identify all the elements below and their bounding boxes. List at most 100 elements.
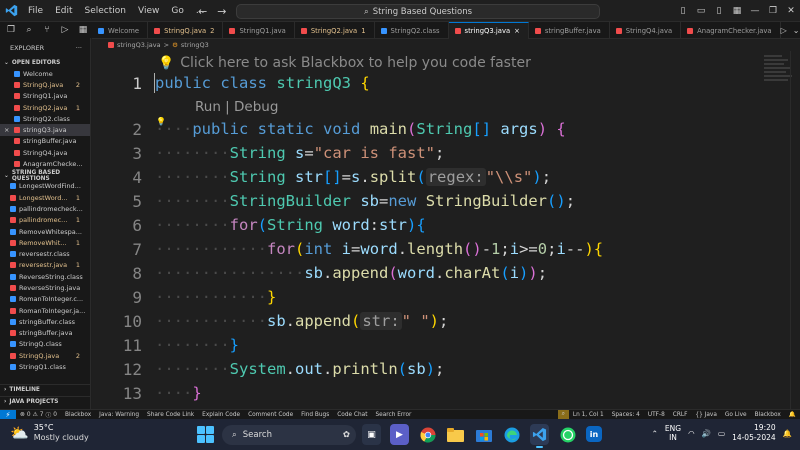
tab-4[interactable]: StringQ2.class <box>375 22 449 39</box>
sidebar-item[interactable]: stringBuffer.java <box>0 136 90 147</box>
code-line[interactable]: 5 ········StringBuilder sb=new StringBuil… <box>92 189 782 213</box>
code-text[interactable]: ········for(String word:str){ <box>155 216 426 234</box>
tab-2[interactable]: StringQ1.java <box>223 22 295 39</box>
zoom-icon[interactable]: ⌕ <box>557 409 569 420</box>
volume-icon[interactable]: 🔊 <box>702 429 711 438</box>
status-item-5[interactable]: Find Bugs <box>297 412 333 418</box>
code-text[interactable]: ········StringBuilder sb=new StringBuild… <box>155 192 575 210</box>
file-explorer-icon[interactable] <box>446 424 465 445</box>
code-line[interactable]: 1 public class stringQ3 { <box>92 71 782 95</box>
language-indicator[interactable]: ENG IN <box>665 424 681 442</box>
whatsapp-icon[interactable] <box>558 424 577 445</box>
tray-overflow-icon[interactable]: ⌃ <box>652 429 658 438</box>
tab-6[interactable]: stringBuffer.java <box>529 22 610 39</box>
code-line[interactable]: 2 ····public static void main(String[] ar… <box>92 117 782 141</box>
status-item-2[interactable]: Share Code Link <box>143 412 198 418</box>
minimize-icon[interactable]: — <box>746 6 764 16</box>
sidebar-item[interactable]: StringQ.class <box>0 339 90 350</box>
timeline-section[interactable]: › TIMELINE <box>0 384 90 395</box>
search-view-icon[interactable]: ⌕ <box>22 23 36 37</box>
sidebar-item[interactable]: stringBuffer.java <box>0 328 90 339</box>
taskbar-search[interactable]: ⌕ Search ✿ <box>222 425 356 445</box>
bell-icon[interactable]: 🔔 <box>785 412 800 418</box>
menu-file[interactable]: File <box>22 6 49 16</box>
code-line[interactable]: 4 ········String str[]=s.split(regex: "\\s… <box>92 165 782 189</box>
status-right-item-4[interactable]: {} Java <box>691 412 720 418</box>
sidebar-item[interactable]: StringQ2.java 1 <box>0 102 90 113</box>
code-text[interactable]: public class stringQ3 { <box>155 74 370 92</box>
code-line[interactable]: 3 ········String s="car is fast"; <box>92 141 782 165</box>
chrome-icon[interactable] <box>418 424 437 445</box>
wifi-icon[interactable]: ◠ <box>688 429 695 438</box>
sidebar-item[interactable]: pallindromecheck... <box>0 203 90 214</box>
code-text[interactable]: ········String str[]=s.split(regex: "\\s"… <box>155 168 551 186</box>
battery-icon[interactable]: ▭ <box>718 429 725 438</box>
sidebar-item[interactable]: StringQ2.class <box>0 113 90 124</box>
java-projects-section[interactable]: › JAVA PROJECTS <box>0 396 90 407</box>
close-icon[interactable]: ✕ <box>782 6 800 16</box>
sidebar-item[interactable]: StringQ1.class <box>0 361 90 372</box>
sidebar-item[interactable]: LongestWordFind... <box>0 181 90 192</box>
forward-arrow-icon[interactable]: → <box>217 5 226 18</box>
sidebar-item[interactable]: reversestr.java 1 <box>0 260 90 271</box>
run-debug-icon[interactable]: ▷ <box>58 23 72 37</box>
toggle-secondary-sidebar-icon[interactable]: ▯ <box>710 6 728 16</box>
sidebar-item[interactable]: × stringQ3.java <box>0 124 90 136</box>
menu-selection[interactable]: Selection <box>79 6 132 16</box>
run-dropdown-icon[interactable]: ⌄ <box>793 26 800 35</box>
status-right-item-0[interactable]: Ln 1, Col 1 <box>569 412 608 418</box>
code-text[interactable]: ············for(int i=word.length()-1;i>… <box>155 240 603 258</box>
code-text[interactable]: ········String s="car is fast"; <box>155 144 444 162</box>
layout-icon[interactable]: ▦ <box>728 6 746 16</box>
status-item-7[interactable]: Search Error <box>371 412 415 418</box>
source-control-icon[interactable]: ⑂ <box>40 23 54 37</box>
sidebar-item[interactable]: RemoveWhit... 1 <box>0 237 90 248</box>
teams-meet-icon[interactable]: ▶ <box>390 424 409 445</box>
extensions-icon[interactable]: ▦ <box>76 23 90 37</box>
blackbox-hint[interactable]: 💡 Click here to ask Blackbox to help you… <box>158 55 531 71</box>
clock[interactable]: 19:20 14-05-2024 <box>732 423 776 443</box>
edge-icon[interactable] <box>502 424 521 445</box>
code-line[interactable]: 10 ············sb.append(str: " "); <box>92 309 782 333</box>
tab-0[interactable]: Welcome <box>92 22 149 39</box>
status-item-6[interactable]: Code Chat <box>333 412 371 418</box>
sidebar-item[interactable]: reversestr.class <box>0 248 90 259</box>
tab-5[interactable]: stringQ3.java × <box>448 22 529 39</box>
code-editor[interactable]: 💡 Click here to ask Blackbox to help you… <box>92 51 800 409</box>
close-icon[interactable]: × <box>4 126 9 134</box>
remote-icon[interactable]: ⚡ <box>0 409 16 420</box>
run-debug-codelens[interactable]: Run | Debug <box>195 99 278 115</box>
maximize-icon[interactable]: ❐ <box>764 6 782 16</box>
sidebar-item[interactable]: RomanToInteger.ja... <box>0 305 90 316</box>
code-line[interactable]: 8 ················sb.append(word.charAt(i… <box>92 261 782 285</box>
sidebar-item[interactable]: LongestWord... 1 <box>0 192 90 203</box>
code-line[interactable]: 11 ········} <box>92 333 782 357</box>
sidebar-item[interactable]: stringBuffer.class <box>0 316 90 327</box>
breadcrumb-symbol[interactable]: stringQ3 <box>181 41 209 49</box>
status-right-item-6[interactable]: Blackbox <box>751 412 785 418</box>
weather-widget[interactable]: ⛅ 35°C Mostly cloudy <box>10 423 89 443</box>
status-right-item-1[interactable]: Spaces: 4 <box>608 412 644 418</box>
code-text[interactable]: ················sb.append(word.charAt(i)… <box>155 264 547 282</box>
menu-go[interactable]: Go <box>165 6 189 16</box>
code-text[interactable]: ········} <box>155 336 239 354</box>
command-center-search[interactable]: ⌕ String Based Questions <box>236 4 600 19</box>
code-text[interactable]: ········System.out.println(sb); <box>155 360 444 378</box>
status-item-4[interactable]: Comment Code <box>244 412 297 418</box>
tab-1[interactable]: StringQ.java 2 <box>148 22 224 39</box>
code-line[interactable]: 12 ········System.out.println(sb); <box>92 357 782 381</box>
tab-3[interactable]: StringQ2.java 1 <box>295 22 375 39</box>
code-text[interactable]: ············} <box>155 288 276 306</box>
code-text[interactable]: ····} <box>155 384 202 402</box>
ms-store-icon[interactable] <box>474 424 493 445</box>
back-arrow-icon[interactable]: ← <box>198 5 207 18</box>
toggle-sidebar-icon[interactable]: ▯ <box>674 6 692 16</box>
status-right-item-5[interactable]: Go Live <box>721 412 751 418</box>
lightbulb-icon[interactable]: 💡 <box>156 117 166 126</box>
menu-edit[interactable]: Edit <box>49 6 78 16</box>
sidebar-item[interactable]: RemoveWhitespa... <box>0 226 90 237</box>
sidebar-item[interactable]: ReverseString.class <box>0 271 90 282</box>
code-line[interactable]: 9 ············} <box>92 285 782 309</box>
tab-8[interactable]: AnagramChecker.java <box>681 22 781 39</box>
code-line[interactable]: 6 ········for(String word:str){ <box>92 213 782 237</box>
